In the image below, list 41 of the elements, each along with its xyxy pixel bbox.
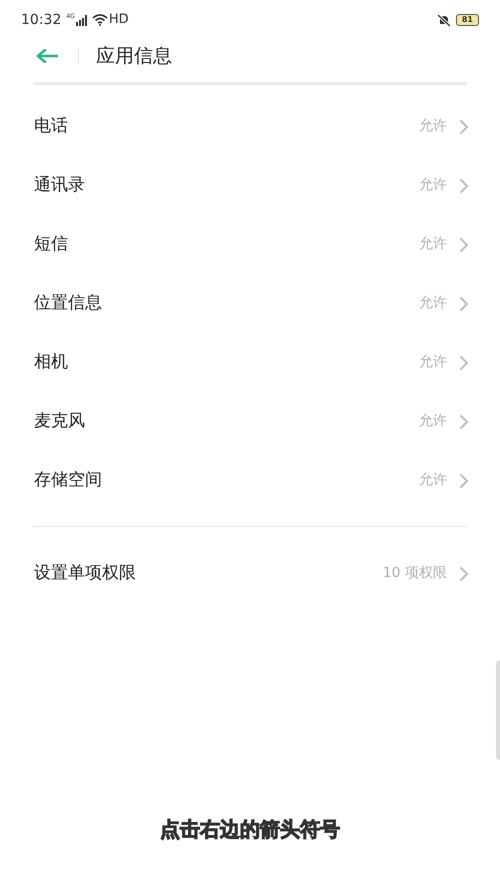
permission-status: 10 项权限 [382, 564, 447, 583]
permission-label: 位置信息 [34, 292, 102, 315]
status-time: 10:32 [21, 10, 62, 30]
permission-label: 设置单项权限 [34, 562, 136, 585]
page-title: 应用信息 [96, 44, 172, 69]
chevron-right-icon [459, 178, 469, 194]
permission-row[interactable]: 相机 允许 [0, 333, 500, 392]
chevron-right-icon [459, 118, 469, 134]
permission-status: 允许 [419, 235, 447, 254]
permission-row[interactable]: 麦克风 允许 [0, 392, 500, 451]
permission-status: 允许 [419, 117, 447, 136]
permission-row[interactable]: 设置单项权限 10 项权限 [0, 544, 500, 603]
chevron-right-icon [459, 354, 469, 370]
permission-status: 允许 [419, 353, 447, 372]
muted-bell-icon [438, 14, 450, 26]
signal-icon [76, 14, 88, 26]
permission-row[interactable]: 短信 允许 [0, 215, 500, 274]
permission-label: 电话 [34, 114, 68, 138]
chevron-right-icon [459, 472, 469, 488]
permission-status: 允许 [419, 176, 447, 195]
chevron-right-icon [459, 236, 469, 252]
permission-label: 相机 [34, 350, 68, 374]
chevron-right-icon [459, 566, 469, 582]
wifi-label: HD [108, 11, 129, 30]
permission-label: 麦克风 [34, 410, 85, 433]
chevron-right-icon [459, 414, 469, 430]
caption-text: 点击右边的箭头符号 [159, 816, 341, 843]
permission-row[interactable]: 位置信息 允许 [0, 274, 500, 333]
back-button[interactable] [36, 46, 60, 66]
permission-status: 允许 [419, 294, 447, 313]
permission-row[interactable]: 电话 允许 [0, 97, 500, 156]
battery-indicator: 81 [456, 14, 479, 26]
permission-status: 允许 [419, 412, 447, 431]
permission-label: 通讯录 [34, 174, 85, 197]
chevron-right-icon [459, 296, 469, 312]
permission-row[interactable]: 存储空间 允许 [0, 451, 500, 510]
permission-row[interactable]: 通讯录 允许 [0, 156, 500, 215]
wifi-icon [92, 14, 108, 26]
permission-label: 短信 [34, 232, 68, 256]
permission-status: 允许 [419, 471, 447, 490]
permission-label: 存储空间 [34, 468, 102, 492]
